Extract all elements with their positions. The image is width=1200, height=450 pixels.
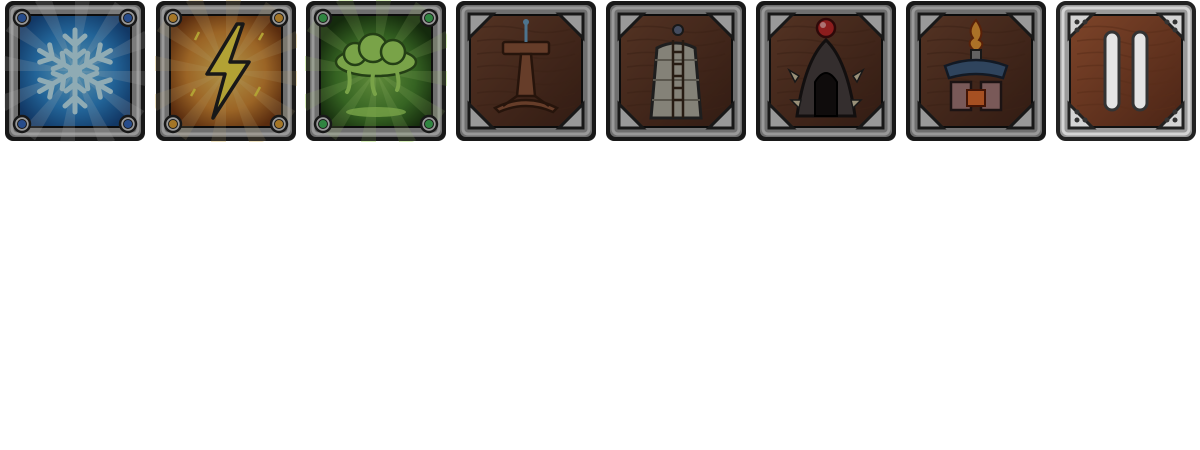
tile-acid-cloud-disabled <box>305 0 447 142</box>
tile-stone-tower-disabled <box>605 0 747 142</box>
tile-snowflake-disabled <box>4 0 146 142</box>
tile-wooden-tower-disabled <box>455 0 597 142</box>
tower-button-sprite-sheet <box>0 0 1200 450</box>
tile-lightning-disabled <box>155 0 297 142</box>
tile-fire-forge-disabled <box>905 0 1047 142</box>
tile-dark-mage-tower-disabled <box>755 0 897 142</box>
tile-pause-normal[interactable] <box>1055 0 1197 142</box>
